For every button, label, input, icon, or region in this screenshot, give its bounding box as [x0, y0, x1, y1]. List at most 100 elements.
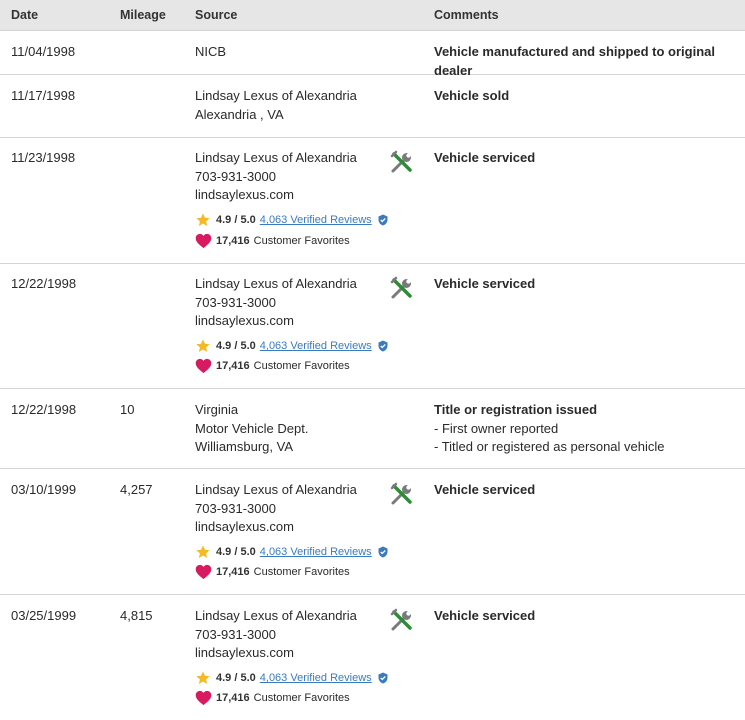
row-source: Lindsay Lexus of Alexandria 703-931-3000… [195, 607, 357, 663]
star-icon [196, 213, 210, 226]
dealer-name: Lindsay Lexus of Alexandria [195, 150, 357, 165]
heart-icon [195, 690, 212, 706]
comment-title: Vehicle serviced [434, 150, 536, 165]
table-header: Date Mileage Source Comments [0, 0, 745, 31]
source-line: Lindsay Lexus of Alexandria [195, 88, 357, 103]
verified-reviews-link[interactable]: 4,063 Verified Reviews [260, 546, 372, 558]
rating-score: 4.9 / 5.0 [216, 546, 256, 558]
dealer-website[interactable]: lindsaylexus.com [195, 644, 357, 663]
service-tools-icon [390, 276, 412, 299]
service-tools-icon [390, 482, 412, 505]
verified-shield-icon [378, 214, 388, 226]
row-comment: Vehicle sold [434, 87, 509, 106]
favorites-count: 17,416 [216, 566, 250, 578]
dealer-website[interactable]: lindsaylexus.com [195, 312, 357, 331]
table-row: 11/04/1998 NICB Vehicle manufactured and… [0, 31, 745, 78]
dealer-favorites: 17,416 Customer Favorites [195, 563, 350, 581]
table-row: 12/22/1998 10 Virginia Motor Vehicle Dep… [0, 389, 745, 469]
dealer-rating: 4.9 / 5.0 4,063 Verified Reviews [195, 669, 389, 687]
rating-score: 4.9 / 5.0 [216, 214, 256, 226]
header-comments: Comments [434, 8, 499, 22]
dealer-name: Lindsay Lexus of Alexandria [195, 276, 357, 291]
table-row: 03/10/1999 4,257 Lindsay Lexus of Alexan… [0, 469, 745, 595]
star-icon [196, 545, 210, 558]
row-comment: Vehicle serviced [434, 607, 535, 626]
row-comment: Vehicle serviced [434, 481, 535, 500]
source-line: Alexandria , VA [195, 106, 284, 122]
dealer-rating: 4.9 / 5.0 4,063 Verified Reviews [195, 337, 389, 355]
comment-title: Title or registration issued [434, 402, 598, 417]
favorites-label: Customer Favorites [253, 360, 350, 372]
row-date: 11/17/1998 [11, 88, 76, 103]
rating-score: 4.9 / 5.0 [216, 340, 256, 352]
favorites-count: 17,416 [216, 235, 250, 247]
row-date: 12/22/1998 [11, 402, 77, 417]
star-icon [196, 339, 210, 352]
table-row: 03/25/1999 4,815 Lindsay Lexus of Alexan… [0, 595, 745, 720]
dealer-name: Lindsay Lexus of Alexandria [195, 482, 357, 497]
comment-title: Vehicle sold [434, 88, 510, 103]
row-date: 11/04/1998 [11, 44, 76, 59]
star-icon [196, 671, 210, 684]
header-source: Source [195, 8, 238, 22]
source-line: Virginia [195, 402, 239, 417]
dealer-rating: 4.9 / 5.0 4,063 Verified Reviews [195, 543, 389, 561]
heart-icon [195, 233, 212, 249]
row-comment: Vehicle serviced [434, 149, 535, 168]
dealer-website[interactable]: lindsaylexus.com [195, 518, 357, 537]
row-mileage: 4,815 [120, 608, 153, 623]
comment-title: Vehicle serviced [434, 276, 536, 291]
table-row: 11/23/1998 Lindsay Lexus of Alexandria 7… [0, 138, 745, 264]
heart-icon [195, 358, 212, 374]
source-line: NICB [195, 44, 227, 59]
favorites-label: Customer Favorites [253, 692, 350, 704]
row-mileage: 10 [120, 402, 135, 417]
verified-reviews-link[interactable]: 4,063 Verified Reviews [260, 672, 372, 684]
row-mileage: 4,257 [120, 482, 153, 497]
dealer-phone[interactable]: 703-931-3000 [195, 500, 357, 519]
dealer-website[interactable]: lindsaylexus.com [195, 186, 357, 205]
comment-detail: - Titled or registered as personal vehic… [434, 439, 665, 454]
source-line: Motor Vehicle Dept. [195, 420, 309, 436]
dealer-phone[interactable]: 703-931-3000 [195, 626, 357, 645]
row-source: Lindsay Lexus of Alexandria Alexandria ,… [195, 87, 357, 124]
table-row: 12/22/1998 Lindsay Lexus of Alexandria 7… [0, 264, 745, 389]
verified-shield-icon [378, 546, 388, 558]
row-source: Lindsay Lexus of Alexandria 703-931-3000… [195, 481, 357, 537]
service-tools-icon [390, 150, 412, 173]
dealer-favorites: 17,416 Customer Favorites [195, 689, 350, 707]
dealer-favorites: 17,416 Customer Favorites [195, 357, 350, 375]
dealer-phone[interactable]: 703-931-3000 [195, 168, 357, 187]
row-source: NICB [195, 43, 226, 62]
dealer-phone[interactable]: 703-931-3000 [195, 294, 357, 313]
source-line: Williamsburg, VA [195, 439, 294, 454]
favorites-count: 17,416 [216, 360, 250, 372]
favorites-count: 17,416 [216, 692, 250, 704]
row-date: 03/10/1999 [11, 482, 77, 497]
service-tools-icon [390, 608, 412, 631]
verified-reviews-link[interactable]: 4,063 Verified Reviews [260, 340, 372, 352]
row-date: 11/23/1998 [11, 150, 76, 165]
dealer-favorites: 17,416 Customer Favorites [195, 232, 350, 250]
verified-reviews-link[interactable]: 4,063 Verified Reviews [260, 214, 372, 226]
favorites-label: Customer Favorites [253, 235, 350, 247]
row-source: Virginia Motor Vehicle Dept. Williamsbur… [195, 401, 308, 457]
header-date: Date [11, 8, 39, 22]
comment-detail: - First owner reported [434, 420, 559, 436]
row-comment: Title or registration issued - First own… [434, 401, 665, 457]
dealer-rating: 4.9 / 5.0 4,063 Verified Reviews [195, 211, 389, 229]
row-source: Lindsay Lexus of Alexandria 703-931-3000… [195, 149, 357, 205]
rating-score: 4.9 / 5.0 [216, 672, 256, 684]
header-mileage: Mileage [120, 8, 166, 22]
verified-shield-icon [378, 672, 388, 684]
row-date: 03/25/1999 [11, 608, 77, 623]
row-source: Lindsay Lexus of Alexandria 703-931-3000… [195, 275, 357, 331]
row-comment: Vehicle serviced [434, 275, 535, 294]
heart-icon [195, 564, 212, 580]
row-date: 12/22/1998 [11, 276, 77, 291]
dealer-name: Lindsay Lexus of Alexandria [195, 608, 357, 623]
comment-title: Vehicle serviced [434, 482, 536, 497]
favorites-label: Customer Favorites [253, 566, 350, 578]
comment-title: Vehicle serviced [434, 608, 536, 623]
verified-shield-icon [378, 340, 388, 352]
